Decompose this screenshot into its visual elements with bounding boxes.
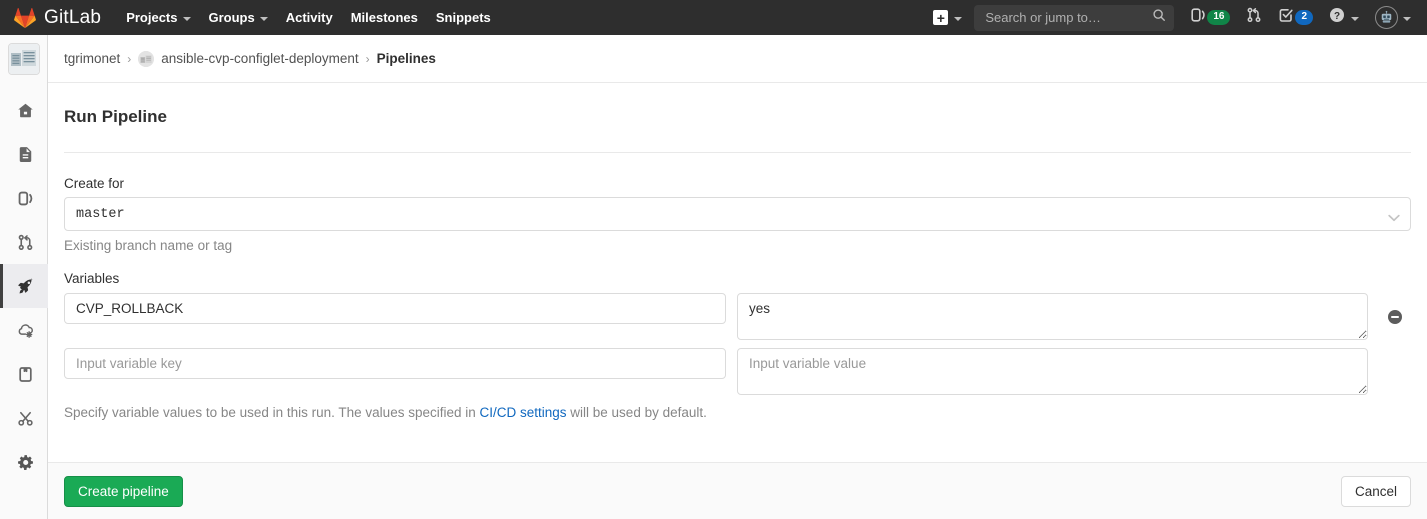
- content-column: tgrimonet › ansible-cvp-configlet-deploy…: [48, 35, 1427, 519]
- search-placeholder: Search or jump to…: [985, 10, 1101, 25]
- nav-item-activity-label: Activity: [285, 10, 333, 25]
- merge-requests-button[interactable]: [1238, 0, 1270, 35]
- avatar: [1375, 6, 1398, 29]
- project-sidebar: [0, 35, 48, 519]
- search-input[interactable]: Search or jump to…: [974, 4, 1175, 31]
- sidebar-item-snippets[interactable]: [0, 396, 48, 440]
- nav-item-milestones[interactable]: Milestones: [342, 0, 427, 35]
- cloud-gear-icon: [17, 322, 34, 339]
- variable-value-input[interactable]: yes: [737, 293, 1368, 340]
- search-icon: [1152, 8, 1166, 27]
- project-avatar-icon: [138, 50, 155, 67]
- gitlab-brand-name: GitLab: [44, 6, 102, 28]
- sidebar-item-repository[interactable]: [0, 132, 48, 176]
- sidebar-item-settings[interactable]: [0, 440, 48, 484]
- chevron-down-icon: [1351, 16, 1359, 21]
- main-panel: Run Pipeline Create for master Existing …: [48, 83, 1427, 519]
- breadcrumb-project-group[interactable]: ansible-cvp-configlet-deployment: [138, 50, 359, 67]
- create-for-label: Create for: [64, 176, 125, 191]
- app-shell: tgrimonet › ansible-cvp-configlet-deploy…: [0, 35, 1427, 519]
- nav-item-snippets-label: Snippets: [435, 10, 491, 25]
- sidebar-item-project-overview[interactable]: [0, 88, 48, 132]
- nav-item-projects-label: Projects: [126, 10, 178, 25]
- cancel-button[interactable]: Cancel: [1340, 475, 1411, 507]
- sidebar-item-issues[interactable]: [0, 176, 48, 220]
- merge-request-icon: [17, 234, 34, 251]
- variable-row-actions: [1379, 293, 1411, 340]
- sidebar-item-merge-requests[interactable]: [0, 220, 48, 264]
- nav-item-snippets[interactable]: Snippets: [427, 0, 500, 35]
- gitlab-tanuki-logo-icon: [14, 7, 36, 29]
- home-icon: [17, 102, 34, 119]
- breadcrumb-namespace[interactable]: tgrimonet: [64, 51, 120, 66]
- help-button[interactable]: ?: [1321, 0, 1367, 35]
- chevron-down-icon: [259, 16, 268, 21]
- issues-icon: [1190, 7, 1206, 28]
- issues-button[interactable]: 16: [1182, 0, 1238, 35]
- sidebar-item-ci-cd[interactable]: [0, 264, 48, 308]
- breadcrumb-separator: ›: [365, 51, 370, 66]
- plus-square-icon: +: [933, 10, 949, 25]
- chevron-down-icon: [1403, 16, 1411, 21]
- navbar-right-group: + Search or jump to… 16 2 ?: [925, 0, 1417, 35]
- variable-key-input[interactable]: [64, 348, 726, 379]
- variable-row: [64, 348, 1411, 395]
- variables-help: Specify variable values to be used in th…: [64, 405, 1411, 420]
- breadcrumb-separator: ›: [127, 51, 132, 66]
- issues-count-badge: 16: [1207, 10, 1231, 25]
- form-actions-bar: Create pipeline Cancel: [48, 462, 1427, 519]
- nav-item-milestones-label: Milestones: [350, 10, 418, 25]
- create-new-button[interactable]: +: [925, 0, 970, 35]
- gitlab-home-link[interactable]: GitLab: [0, 0, 117, 35]
- rocket-icon: [17, 277, 34, 295]
- create-for-help: Existing branch name or tag: [64, 238, 233, 253]
- todos-button[interactable]: 2: [1270, 0, 1321, 35]
- create-pipeline-button[interactable]: Create pipeline: [64, 475, 183, 507]
- variable-value-input[interactable]: [737, 348, 1368, 395]
- package-icon: [17, 366, 34, 383]
- navbar-menu: Projects Groups Activity Milestones Snip…: [117, 0, 500, 35]
- variable-row: yes: [64, 293, 1411, 340]
- chevron-down-icon: [182, 16, 191, 21]
- question-circle-icon: ?: [1329, 7, 1345, 28]
- nav-item-activity[interactable]: Activity: [277, 0, 342, 35]
- merge-request-icon: [1246, 7, 1262, 28]
- issues-icon: [17, 190, 34, 207]
- scissors-icon: [17, 410, 34, 427]
- nav-item-groups[interactable]: Groups: [200, 0, 277, 35]
- page-title: Run Pipeline: [64, 107, 1411, 153]
- create-for-field: master: [64, 197, 1411, 231]
- nav-item-projects[interactable]: Projects: [117, 0, 199, 35]
- ci-cd-settings-link[interactable]: CI/CD settings: [480, 405, 567, 420]
- user-menu-button[interactable]: [1367, 0, 1417, 35]
- chevron-down-icon: [954, 16, 963, 21]
- variables-help-prefix: Specify variable values to be used in th…: [64, 405, 480, 420]
- navbar-left-group: GitLab Projects Groups Activity Mileston…: [0, 0, 500, 35]
- breadcrumb-bar: tgrimonet › ansible-cvp-configlet-deploy…: [48, 35, 1427, 83]
- top-navbar: GitLab Projects Groups Activity Mileston…: [0, 0, 1427, 35]
- branch-select[interactable]: master: [64, 197, 1411, 231]
- todos-count-badge: 2: [1295, 10, 1313, 25]
- breadcrumb: tgrimonet › ansible-cvp-configlet-deploy…: [64, 50, 436, 67]
- svg-text:?: ?: [1334, 11, 1340, 22]
- minus-circle-icon[interactable]: [1387, 309, 1403, 325]
- sidebar-item-packages[interactable]: [0, 352, 48, 396]
- breadcrumb-current[interactable]: Pipelines: [377, 51, 436, 66]
- project-avatar[interactable]: [7, 43, 40, 75]
- variable-key-input[interactable]: [64, 293, 726, 324]
- variables-label: Variables: [64, 271, 120, 286]
- nav-item-groups-label: Groups: [208, 10, 255, 25]
- gear-icon: [17, 454, 34, 471]
- document-icon: [17, 146, 34, 163]
- breadcrumb-project[interactable]: ansible-cvp-configlet-deployment: [161, 51, 358, 66]
- variables-help-suffix: will be used by default.: [566, 405, 707, 420]
- sidebar-item-operations[interactable]: [0, 308, 48, 352]
- todo-check-icon: [1278, 7, 1294, 28]
